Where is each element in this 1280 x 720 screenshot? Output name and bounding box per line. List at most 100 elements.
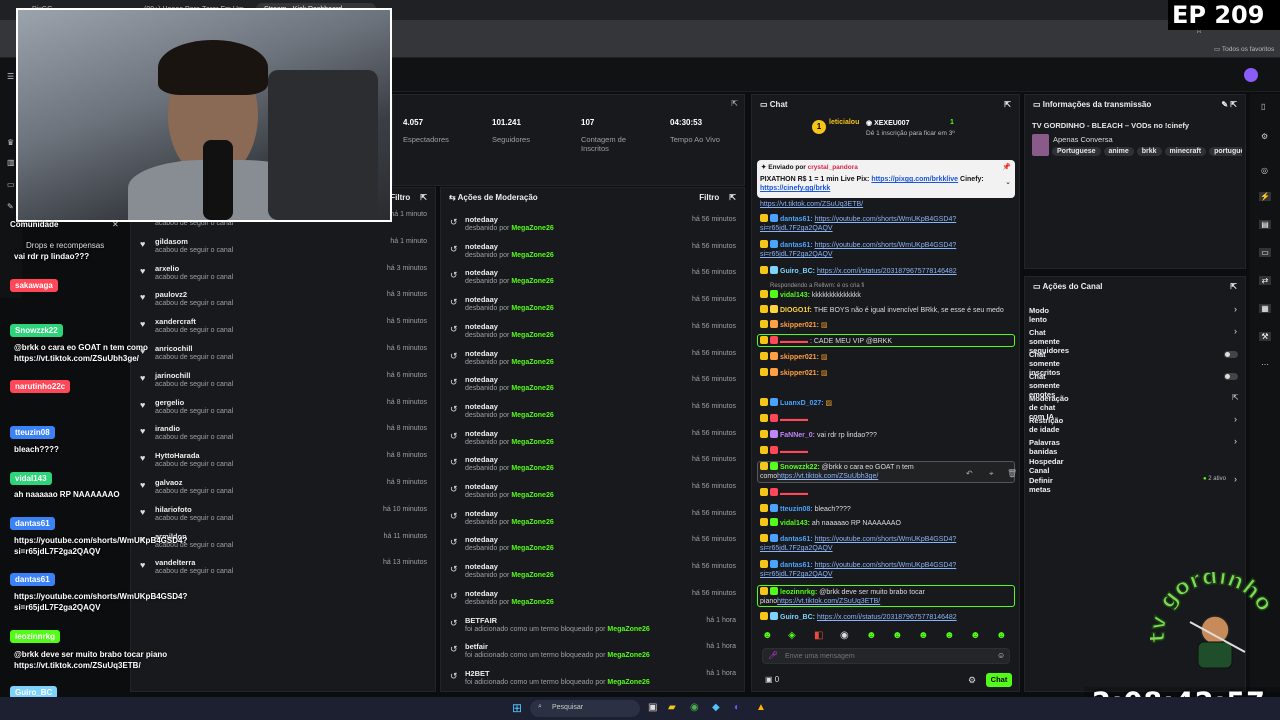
follower-name[interactable]: gildasom — [155, 237, 188, 246]
moderator-name[interactable]: MegaZone26 — [511, 332, 553, 339]
moderator-name[interactable]: MegaZone26 — [511, 412, 553, 419]
chat-username-redacted[interactable]: ▬▬▬▬ — [780, 448, 808, 455]
chat-username-redacted[interactable]: ▬▬▬▬ — [780, 416, 808, 423]
chat-message[interactable]: dantas61: https://youtube.com/shorts/WmU… — [760, 240, 1012, 259]
toggle-switch[interactable] — [1224, 351, 1238, 358]
chat-username[interactable]: skipper021: — [780, 370, 821, 377]
community-username[interactable]: vidal143 — [10, 472, 52, 485]
community-username[interactable]: leozinnrkg — [10, 630, 61, 643]
list-item[interactable]: ↺ notedaay desbanido por MegaZone26 há 56 m… — [441, 453, 744, 480]
community-username[interactable]: dantas61 — [10, 573, 55, 586]
chat-message[interactable]: dantas61: https://youtube.com/shorts/WmU… — [760, 560, 1012, 579]
chat-username[interactable]: vidal143: — [780, 520, 812, 527]
moderator-name[interactable]: MegaZone26 — [607, 679, 649, 686]
sidebar-tool-icon[interactable]: ⋯ — [1261, 360, 1269, 369]
list-item[interactable]: ↺ notedaay desbanido por MegaZone26 há 56 m… — [441, 400, 744, 427]
sidebar-tool-icon[interactable]: ⚙ — [1261, 132, 1268, 141]
popout-icon[interactable]: ⇱ — [1230, 282, 1237, 291]
list-item[interactable]: ↺ notedaay desbanido por MegaZone26 há 56 m… — [441, 347, 744, 374]
follower-name[interactable]: vandelterra — [155, 558, 195, 567]
emote-icon[interactable]: ☻ — [866, 630, 877, 641]
list-item[interactable]: ↺ notedaay desbanido por MegaZone26 há 56 m… — [441, 587, 744, 614]
pinned-link[interactable]: https://cinefy.gg/brkk — [760, 185, 830, 192]
chat-message[interactable]: Guiro_BC: https://x.com/i/status/2031879… — [760, 266, 1012, 276]
list-item[interactable]: ♥ vandelterra acabou de seguir o canal há 1… — [131, 556, 435, 583]
chat-username[interactable]: FaNNer_0: — [780, 432, 817, 439]
list-item[interactable]: ↺ BETFAIR foi adicionado como um termo blo… — [441, 614, 744, 641]
toggle-switch[interactable] — [1224, 373, 1238, 380]
moderator-name[interactable]: MegaZone26 — [511, 278, 553, 285]
task-view-icon[interactable]: ▣ — [648, 702, 657, 713]
follower-name[interactable]: paulovz2 — [155, 290, 187, 299]
popout-icon[interactable]: ⇱ — [1004, 100, 1011, 109]
chat-message[interactable]: skipper021: ▨ — [760, 368, 1012, 378]
list-item[interactable]: ↺ notedaay desbanido por MegaZone26 há 56 m… — [441, 507, 744, 534]
channel-action-item[interactable]: Modo lento — [1029, 306, 1049, 324]
chat-username[interactable]: DIOGO1f: — [780, 307, 814, 314]
list-item[interactable]: ♥ hilariofoto acabou de seguir o canal há 1… — [131, 503, 435, 530]
sub-top-name[interactable]: ◉ XEXEU007 — [866, 119, 909, 127]
emoji-icon[interactable]: ☺ — [997, 651, 1005, 660]
chat-username[interactable]: Guiro_BC: — [780, 268, 817, 275]
chart-icon[interactable]: ▥ — [7, 158, 15, 167]
sidebar-tool-icon[interactable]: ▤ — [1259, 220, 1271, 229]
pin-icon[interactable]: ⌖ — [989, 469, 994, 479]
moderator-name[interactable]: MegaZone26 — [511, 305, 553, 312]
community-username[interactable]: tteuzin08 — [10, 426, 55, 439]
list-item[interactable]: ↺ notedaay desbanido por MegaZone26 há 56 m… — [441, 320, 744, 347]
moderator-name[interactable]: MegaZone26 — [511, 385, 553, 392]
moderation-target[interactable]: notedaay — [465, 589, 498, 598]
wrench-icon[interactable]: ✎ — [7, 202, 14, 211]
chat-message[interactable]: ▬▬▬▬ — [760, 414, 1012, 424]
moderator-name[interactable]: MegaZone26 — [607, 652, 649, 659]
stream-category[interactable]: Apenas Conversa — [1053, 135, 1113, 144]
moderator-name[interactable]: MegaZone26 — [511, 519, 553, 526]
chat-link[interactable]: https://x.com/i/status/20318796757781464… — [817, 614, 957, 621]
follower-name[interactable]: gergelio — [155, 398, 184, 407]
chevron-down-icon[interactable]: ⌄ — [1005, 178, 1011, 186]
chat-message[interactable]: tteuzin08: bleach???? — [760, 504, 1012, 514]
chevron-right-icon[interactable]: › — [1234, 326, 1237, 336]
moderator-name[interactable]: MegaZone26 — [511, 359, 553, 366]
chat-message[interactable]: ▬▬▬▬ — [760, 488, 1012, 498]
file-explorer-icon[interactable]: ▰ — [668, 702, 676, 713]
chat-username[interactable]: tteuzin08: — [780, 506, 815, 513]
list-item[interactable]: ↺ notedaay desbanido por MegaZone26 há 56 m… — [441, 213, 744, 240]
close-icon[interactable]: ✕ — [112, 220, 119, 229]
sidebar-tool-icon[interactable]: ⚡ — [1259, 192, 1271, 201]
moderation-target[interactable]: betfair — [465, 642, 488, 651]
chat-username[interactable]: skipper021: — [780, 322, 821, 329]
chevron-right-icon[interactable]: › — [1234, 436, 1237, 446]
moderation-target[interactable]: notedaay — [465, 562, 498, 571]
list-item[interactable]: ↺ notedaay desbanido por MegaZone26 há 56 m… — [441, 293, 744, 320]
chevron-right-icon[interactable]: › — [1234, 414, 1237, 424]
tag[interactable]: brkk — [1136, 147, 1162, 156]
gear-icon[interactable]: ⚙ — [968, 675, 976, 686]
emote-icon[interactable]: ☻ — [762, 630, 773, 641]
list-item[interactable]: ♥ gergelio acabou de seguir o canal há 8 mi… — [131, 396, 435, 423]
chat-link[interactable]: https://x.com/i/status/20318796757781464… — [817, 268, 957, 275]
channel-action-item[interactable]: Restrição de idade — [1029, 416, 1063, 434]
moderation-target[interactable]: notedaay — [465, 295, 498, 304]
community-username[interactable]: dantas61 — [10, 517, 55, 530]
follower-name[interactable]: arxelio — [155, 264, 179, 273]
chrome-icon[interactable]: ◉ — [690, 702, 699, 713]
send-chat-button[interactable]: Chat — [986, 673, 1012, 687]
chevron-right-icon[interactable]: › — [1234, 304, 1237, 314]
emote-icon[interactable]: ☻ — [996, 630, 1007, 641]
popout-icon[interactable]: ⇱ — [731, 99, 738, 108]
chat-username[interactable]: LuanxD_027: — [780, 400, 826, 407]
channel-action-item[interactable]: Hospedar Canal — [1029, 457, 1064, 475]
community-username[interactable]: sakawaga — [10, 279, 58, 292]
moderation-target[interactable]: notedaay — [465, 482, 498, 491]
chat-username[interactable]: dantas61: — [780, 536, 815, 543]
tag[interactable]: Portuguese — [1052, 147, 1101, 156]
chat-message[interactable]: vidal143: kkkkkkkkkkkkkk — [760, 290, 1012, 300]
list-item[interactable]: ↺ H2BET foi adicionado como um termo bloqu… — [441, 667, 744, 694]
moderator-name[interactable]: MegaZone26 — [511, 545, 553, 552]
list-item[interactable]: ♥ arxelio acabou de seguir o canal há 3 min… — [131, 262, 435, 289]
follower-name[interactable]: irandio — [155, 424, 180, 433]
chat-input[interactable] — [762, 648, 1010, 664]
chat-message[interactable]: vidal143: ah naaaaao RP NAAAAAAO — [760, 518, 1012, 528]
pinned-link[interactable]: https://pixgg.com/brkklive — [871, 176, 958, 183]
